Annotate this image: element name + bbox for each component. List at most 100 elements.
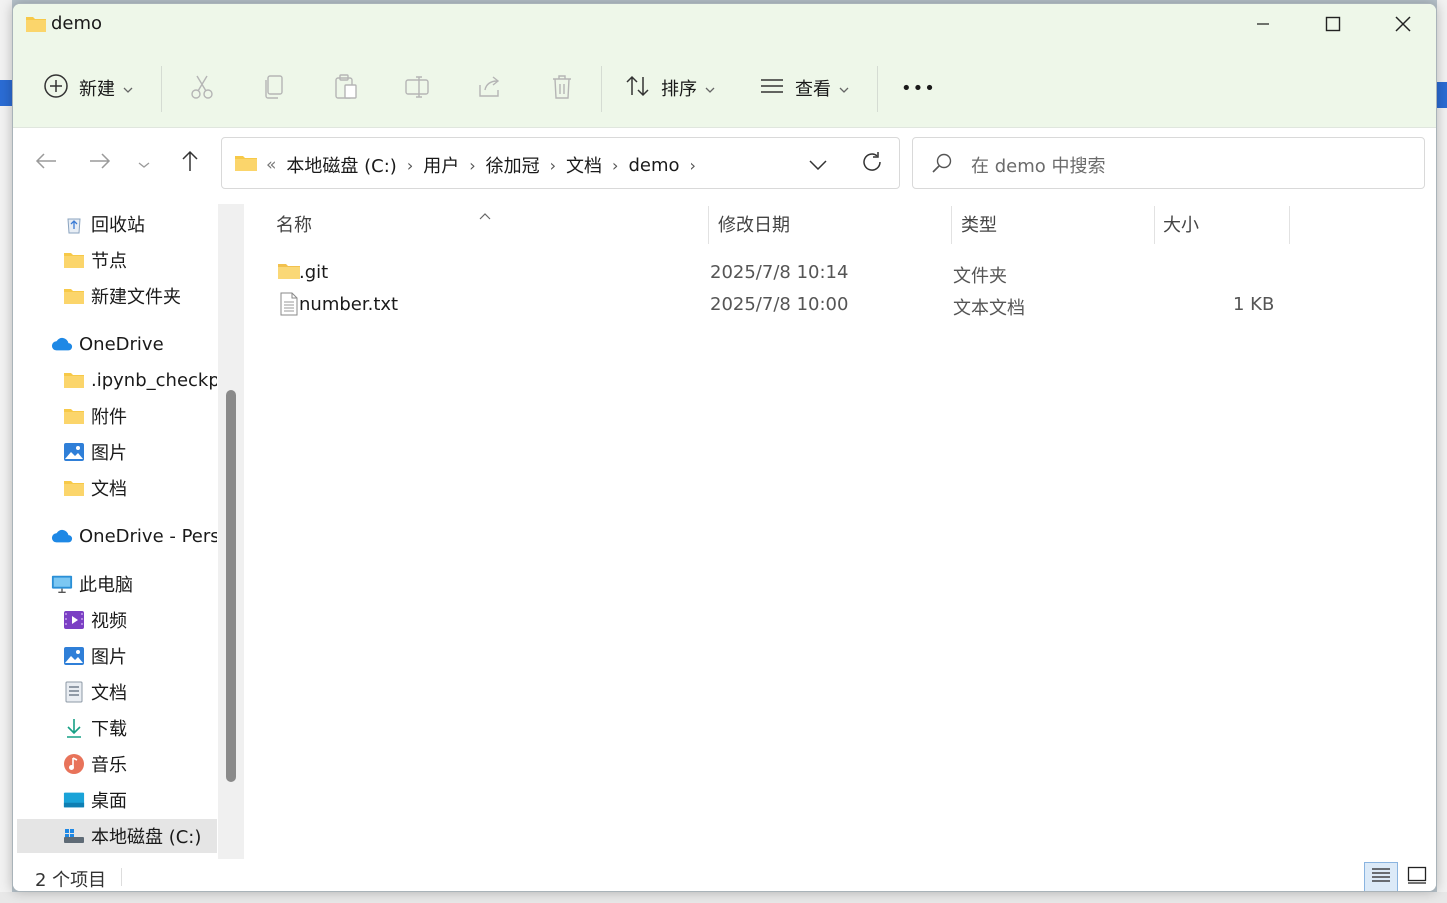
close-button[interactable]	[1368, 4, 1436, 44]
breadcrumb-item[interactable]: 本地磁盘 (C:)	[286, 152, 396, 178]
table-row[interactable]: number.txt 2025/7/8 10:00 文本文档 1 KB	[267, 289, 1317, 321]
refresh-button[interactable]	[858, 150, 886, 178]
sidebar-item-node[interactable]: 节点	[63, 243, 217, 277]
item-count: 2 个项目	[35, 870, 107, 891]
column-divider[interactable]	[708, 206, 709, 244]
back-button[interactable]	[31, 148, 61, 178]
forward-button[interactable]	[85, 148, 115, 178]
sidebar-item-documents[interactable]: 文档	[63, 675, 127, 709]
address-bar[interactable]: « 本地磁盘 (C:) › 用户 › 徐加冠 › 文档 › demo ›	[221, 137, 900, 189]
sidebar-item-label: 新建文件夹	[91, 287, 181, 308]
breadcrumb-overflow[interactable]: «	[266, 155, 276, 175]
more-icon: •••	[901, 77, 936, 99]
breadcrumb-item[interactable]: 用户	[423, 152, 459, 178]
sidebar-item-recycle-bin[interactable]: 回收站	[63, 207, 217, 241]
copy-button[interactable]	[259, 74, 289, 104]
file-name: .git	[299, 262, 329, 283]
details-view-icon	[1371, 866, 1391, 889]
chevron-right-icon[interactable]: ›	[407, 156, 413, 175]
recent-locations-button[interactable]	[129, 148, 159, 178]
share-button[interactable]	[475, 74, 505, 104]
column-divider[interactable]	[951, 206, 952, 244]
scissors-icon	[190, 74, 214, 105]
search-box[interactable]: 在 demo 中搜索	[912, 137, 1425, 189]
documents-icon	[63, 681, 85, 703]
chevron-right-icon[interactable]: ›	[689, 156, 695, 175]
column-header-size[interactable]: 大小	[1163, 204, 1283, 244]
chevron-right-icon[interactable]: ›	[612, 156, 618, 175]
sidebar-item-onedrive-pictures[interactable]: 图片	[63, 435, 127, 469]
sidebar-item-desktop[interactable]: 桌面	[63, 783, 127, 817]
minimize-button[interactable]	[1228, 4, 1298, 44]
arrow-left-icon	[35, 152, 57, 175]
new-button[interactable]: 新建	[43, 70, 133, 106]
column-header-name[interactable]: 名称	[276, 204, 706, 244]
sidebar-item-new-folder[interactable]: 新建文件夹	[63, 279, 217, 313]
search-input[interactable]: 在 demo 中搜索	[971, 152, 1106, 178]
view-lines-icon	[759, 76, 785, 101]
sidebar-item-label: 桌面	[91, 791, 127, 812]
breadcrumb-item[interactable]: 文档	[566, 152, 602, 178]
sidebar-item-label: 图片	[91, 647, 127, 668]
sidebar-scrollbar-thumb[interactable]	[226, 390, 236, 782]
sidebar-item-this-pc[interactable]: 此电脑	[51, 567, 133, 601]
more-options-button[interactable]: •••	[901, 70, 936, 106]
sidebar-item-music[interactable]: 音乐	[63, 747, 127, 781]
background-selection-strip-right	[1437, 82, 1447, 108]
sidebar-item-label: 视频	[91, 611, 127, 632]
sidebar-item-label: 文档	[91, 479, 127, 500]
trash-icon	[551, 74, 573, 105]
file-type: 文件夹	[953, 266, 1007, 287]
rename-button[interactable]	[403, 74, 433, 104]
share-icon	[477, 75, 503, 104]
sidebar-item-attachments[interactable]: 附件	[63, 399, 127, 433]
delete-button[interactable]	[547, 74, 577, 104]
view-button[interactable]: 查看	[759, 70, 849, 106]
column-header-type[interactable]: 类型	[961, 204, 1151, 244]
chevron-right-icon[interactable]: ›	[469, 156, 475, 175]
sort-button-label: 排序	[661, 79, 697, 100]
file-modified: 2025/7/8 10:00	[710, 294, 849, 315]
column-divider[interactable]	[1154, 206, 1155, 244]
breadcrumb-item[interactable]: 徐加冠	[486, 152, 540, 178]
view-button-label: 查看	[795, 79, 831, 100]
navigation-tree: 回收站 节点 新建文件夹 OneDrive .ipynb_checkp 附件 图…	[13, 204, 217, 859]
file-list-pane: 名称 修改日期 类型 大小 .git 2025/7/8 10:14 文件夹 nu…	[247, 204, 1436, 859]
large-icons-view-button[interactable]	[1400, 862, 1434, 891]
address-history-button[interactable]	[804, 152, 832, 176]
videos-icon	[63, 609, 85, 631]
sidebar-item-downloads[interactable]: 下载	[63, 711, 127, 745]
drive-icon	[63, 825, 85, 847]
column-header-label: 修改日期	[718, 215, 790, 236]
sidebar-item-label: 节点	[91, 251, 127, 272]
sidebar-item-onedrive-documents[interactable]: 文档	[63, 471, 127, 505]
maximize-button[interactable]	[1298, 4, 1368, 44]
breadcrumb: « 本地磁盘 (C:) › 用户 › 徐加冠 › 文档 › demo ›	[266, 152, 706, 178]
title-bar[interactable]: demo	[13, 4, 1436, 44]
chevron-down-icon	[123, 78, 133, 99]
up-button[interactable]	[175, 148, 205, 178]
toolbar-divider	[877, 66, 878, 112]
sort-button[interactable]: 排序	[625, 70, 715, 106]
sidebar-item-onedrive[interactable]: OneDrive	[51, 327, 164, 361]
status-bar: 2 个项目	[13, 860, 1436, 891]
breadcrumb-item[interactable]: demo	[628, 155, 679, 176]
desktop-icon	[63, 789, 85, 811]
background-selection-strip	[0, 80, 12, 106]
sidebar-item-onedrive-personal[interactable]: OneDrive - Personal	[51, 519, 217, 553]
table-row[interactable]: .git 2025/7/8 10:14 文件夹	[267, 257, 1317, 289]
sidebar-item-videos[interactable]: 视频	[63, 603, 127, 637]
sidebar-item-local-disk-c[interactable]: 本地磁盘 (C:)	[17, 819, 217, 853]
column-divider[interactable]	[1289, 206, 1290, 244]
file-type: 文本文档	[953, 298, 1025, 319]
paste-button[interactable]	[331, 73, 361, 104]
sidebar-item-pictures[interactable]: 图片	[63, 639, 127, 673]
chevron-right-icon[interactable]: ›	[550, 156, 556, 175]
details-view-button[interactable]	[1364, 862, 1398, 891]
sidebar-item-ipynb-checkpoints[interactable]: .ipynb_checkpoints	[63, 363, 217, 397]
cut-button[interactable]	[187, 74, 217, 104]
navigation-bar: « 本地磁盘 (C:) › 用户 › 徐加冠 › 文档 › demo › 在 d…	[13, 136, 1436, 190]
column-header-modified[interactable]: 修改日期	[718, 204, 948, 244]
chevron-down-icon	[809, 154, 827, 175]
column-header-label: 大小	[1163, 215, 1199, 236]
